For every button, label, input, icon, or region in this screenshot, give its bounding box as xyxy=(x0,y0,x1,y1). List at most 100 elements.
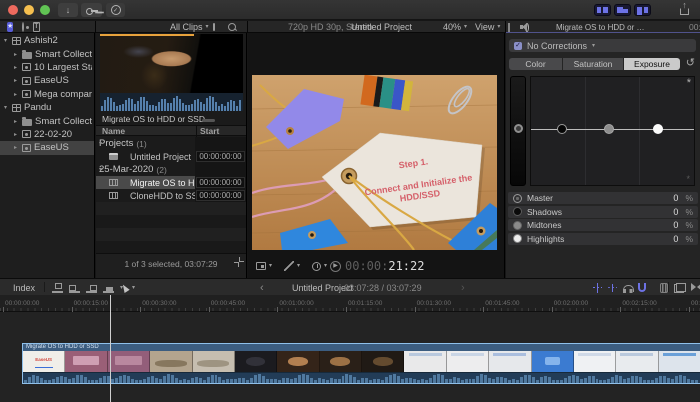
disclosure-triangle[interactable]: ▸ xyxy=(12,131,19,138)
waveform-bar xyxy=(286,378,289,383)
minimize-window-button[interactable] xyxy=(24,5,34,15)
filmstrip-view-icon[interactable] xyxy=(213,23,215,31)
audio-meters-toggle-icon[interactable] xyxy=(660,283,668,293)
sidebar-item-pandu[interactable]: ▾Pandu xyxy=(0,101,94,114)
sidebar-item-smart-collections[interactable]: ▸Smart Collections xyxy=(0,114,94,127)
master-slider-knob[interactable] xyxy=(514,124,523,133)
param-value[interactable]: 0 xyxy=(673,193,678,203)
waveform-bar xyxy=(480,374,483,383)
exposure-board[interactable]: * * xyxy=(530,76,695,186)
import-media-button[interactable]: ↓ xyxy=(58,3,78,17)
column-header-start[interactable]: Start xyxy=(200,126,219,136)
param-value[interactable]: 0 xyxy=(673,234,678,244)
tab-saturation[interactable]: Saturation xyxy=(563,58,623,70)
index-button[interactable]: Index xyxy=(13,283,35,293)
libraries-tab-icon[interactable]: ★ xyxy=(7,22,13,32)
overwrite-edit-icon[interactable] xyxy=(103,283,114,293)
enhancements-wand-icon[interactable] xyxy=(284,261,294,271)
param-row-master[interactable]: Master 0 % xyxy=(508,192,698,204)
column-header-name[interactable]: Name xyxy=(102,126,125,136)
close-window-button[interactable] xyxy=(8,5,18,15)
shadows-control-point[interactable] xyxy=(557,124,567,134)
exposure-master-slider[interactable] xyxy=(510,76,526,186)
param-value[interactable]: 0 xyxy=(673,220,678,230)
sidebar-item-ashish2[interactable]: ▾Ashish2 xyxy=(0,34,94,47)
corrections-dropdown[interactable]: ✓ No Corrections ▾ xyxy=(509,39,696,52)
list-item-row[interactable]: Untitled Project00:00:00:00 xyxy=(96,150,246,163)
titles-generators-tab-icon[interactable]: T xyxy=(33,22,39,32)
retime-icon[interactable] xyxy=(312,262,321,271)
param-row-shadows[interactable]: Shadows 0 % xyxy=(508,206,698,218)
snapping-toggle-icon[interactable] xyxy=(638,283,646,292)
disclosure-triangle[interactable]: ▾ xyxy=(99,137,107,149)
folder-icon xyxy=(22,52,32,59)
connect-edit-icon[interactable] xyxy=(52,283,63,293)
midtones-control-point[interactable] xyxy=(604,124,614,134)
show-timeline-toggle[interactable] xyxy=(614,4,631,16)
disclosure-triangle[interactable]: ▸ xyxy=(12,64,19,71)
insert-edit-icon[interactable] xyxy=(69,283,80,293)
viewer-zoom-dropdown[interactable]: 40% ▾ xyxy=(443,21,451,33)
reset-icon[interactable]: ↺ xyxy=(686,57,695,69)
skimming-toggle-icon[interactable] xyxy=(593,283,602,293)
tab-color[interactable]: Color xyxy=(509,58,562,70)
timeline-back-arrow[interactable]: ‹ xyxy=(260,282,264,294)
scrollbar[interactable] xyxy=(202,119,215,122)
clip-filter-dropdown[interactable]: All Clips ▾ xyxy=(170,21,178,33)
disclosure-triangle[interactable]: ▸ xyxy=(12,77,19,84)
param-row-midtones[interactable]: Midtones 0 % xyxy=(508,219,698,231)
list-item-row[interactable]: CloneHDD to SSD00:00:00:00 xyxy=(96,189,246,202)
param-value[interactable]: 0 xyxy=(673,207,678,217)
timeline-body[interactable]: Migrate OS to HDD or SSD EaseUS xyxy=(0,312,700,402)
highlights-control-point[interactable] xyxy=(653,124,663,134)
timeline-forward-arrow[interactable]: › xyxy=(461,282,465,294)
viewer-options-icon[interactable] xyxy=(256,262,266,270)
comparison-viewer-icon[interactable] xyxy=(508,23,510,32)
playhead[interactable] xyxy=(110,295,111,402)
audio-skimming-toggle-icon[interactable] xyxy=(608,284,617,292)
waveform-bar xyxy=(137,101,139,111)
sidebar-item-mega-comparison[interactable]: ▸Mega comparison xyxy=(0,88,94,101)
background-tasks-button[interactable]: ✓ xyxy=(106,3,125,17)
param-row-highlights[interactable]: Highlights 0 % xyxy=(508,233,698,245)
disclosure-triangle[interactable]: ▸ xyxy=(12,118,19,125)
list-group-row[interactable]: ▾Projects(1) xyxy=(96,137,246,150)
photos-audio-tab-icon[interactable] xyxy=(22,22,24,32)
waveform-bar xyxy=(24,380,27,383)
clip-thumbnail-image[interactable] xyxy=(100,34,243,93)
zoom-window-button[interactable] xyxy=(40,5,50,15)
disclosure-triangle[interactable]: ▸ xyxy=(12,144,19,151)
select-tool-icon[interactable] xyxy=(120,283,129,293)
waveform-bar xyxy=(230,100,232,111)
append-edit-icon[interactable] xyxy=(86,283,97,293)
timeline-clip[interactable]: Migrate OS to HDD or SSD EaseUS xyxy=(22,343,700,384)
disclosure-triangle[interactable]: ▾ xyxy=(99,163,107,175)
show-browser-toggle[interactable] xyxy=(594,4,611,16)
play-button[interactable]: ▶ xyxy=(330,261,341,272)
viewer-view-dropdown[interactable]: View ▾ xyxy=(475,21,483,33)
correction-enabled-checkbox[interactable]: ✓ xyxy=(514,42,522,50)
show-inspector-toggle[interactable] xyxy=(634,4,651,16)
solo-toggle-icon[interactable] xyxy=(623,285,632,293)
browser-clip-card[interactable] xyxy=(100,34,243,111)
sidebar-item-22-02-20[interactable]: ▸22-02-20 xyxy=(0,128,94,141)
timeline-appearance-icon[interactable] xyxy=(674,283,686,293)
sidebar-item-smart-collections[interactable]: ▸Smart Collections xyxy=(0,47,94,60)
waveform-bar xyxy=(191,378,194,383)
chevron-down-icon[interactable]: ▾ xyxy=(132,285,135,291)
disclosure-triangle[interactable]: ▸ xyxy=(12,91,19,98)
sidebar-item-10-largest-stadium[interactable]: ▸10 Largest Stadium xyxy=(0,61,94,74)
disclosure-triangle[interactable]: ▸ xyxy=(12,51,19,58)
keyword-editor-button[interactable] xyxy=(81,3,102,17)
tab-exposure[interactable]: Exposure xyxy=(624,58,680,70)
disclosure-triangle[interactable]: ▾ xyxy=(2,37,9,44)
list-group-row[interactable]: ▾25-Mar-2020(2) xyxy=(96,163,246,176)
sidebar-item-easeus[interactable]: ▸EaseUS xyxy=(0,74,94,87)
timeline-ruler[interactable]: 00:00:00:0000:00:15:0000:00:30:0000:00:4… xyxy=(0,295,700,312)
transitions-browser-icon[interactable] xyxy=(691,283,700,292)
disclosure-triangle[interactable]: ▾ xyxy=(2,104,9,111)
sidebar-item-easeus[interactable]: ▸EaseUS xyxy=(0,141,94,154)
share-button[interactable]: ↑ xyxy=(679,3,690,15)
waveform-bar xyxy=(599,380,602,383)
list-item-row[interactable]: Migrate OS to HDD or...00:00:00:00 xyxy=(96,176,246,189)
